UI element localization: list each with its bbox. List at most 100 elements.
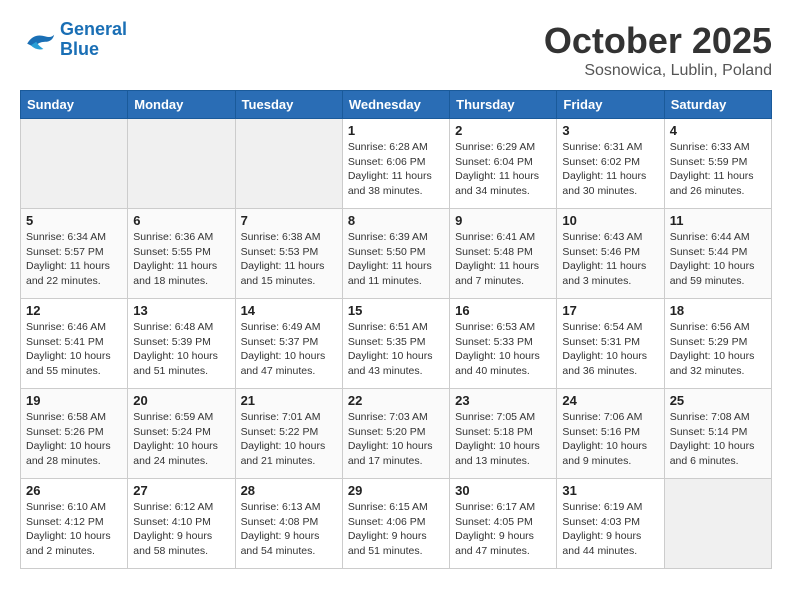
calendar-cell: 13 Sunrise: 6:48 AM Sunset: 5:39 PM Dayli… <box>128 299 235 389</box>
day-number: 24 <box>562 393 658 408</box>
day-number: 20 <box>133 393 229 408</box>
calendar-cell: 6 Sunrise: 6:36 AM Sunset: 5:55 PM Daylig… <box>128 209 235 299</box>
calendar-cell: 17 Sunrise: 6:54 AM Sunset: 5:31 PM Dayli… <box>557 299 664 389</box>
day-info: Sunrise: 6:34 AM Sunset: 5:57 PM Dayligh… <box>26 230 122 289</box>
logo: General Blue <box>20 20 127 60</box>
calendar-cell: 7 Sunrise: 6:38 AM Sunset: 5:53 PM Daylig… <box>235 209 342 299</box>
day-number: 5 <box>26 213 122 228</box>
day-info: Sunrise: 6:51 AM Sunset: 5:35 PM Dayligh… <box>348 320 444 379</box>
logo-icon <box>20 25 56 55</box>
day-info: Sunrise: 7:06 AM Sunset: 5:16 PM Dayligh… <box>562 410 658 469</box>
day-info: Sunrise: 7:03 AM Sunset: 5:20 PM Dayligh… <box>348 410 444 469</box>
calendar-header-row: SundayMondayTuesdayWednesdayThursdayFrid… <box>21 91 772 119</box>
location: Sosnowica, Lublin, Poland <box>544 62 772 80</box>
week-row-4: 19 Sunrise: 6:58 AM Sunset: 5:26 PM Dayli… <box>21 389 772 479</box>
day-info: Sunrise: 6:58 AM Sunset: 5:26 PM Dayligh… <box>26 410 122 469</box>
day-info: Sunrise: 6:33 AM Sunset: 5:59 PM Dayligh… <box>670 140 766 199</box>
day-header-sunday: Sunday <box>21 91 128 119</box>
day-header-wednesday: Wednesday <box>342 91 449 119</box>
calendar-cell: 22 Sunrise: 7:03 AM Sunset: 5:20 PM Dayli… <box>342 389 449 479</box>
day-number: 16 <box>455 303 551 318</box>
day-number: 21 <box>241 393 337 408</box>
calendar-cell <box>235 119 342 209</box>
calendar-cell: 21 Sunrise: 7:01 AM Sunset: 5:22 PM Dayli… <box>235 389 342 479</box>
day-number: 26 <box>26 483 122 498</box>
calendar-cell: 16 Sunrise: 6:53 AM Sunset: 5:33 PM Dayli… <box>450 299 557 389</box>
day-number: 19 <box>26 393 122 408</box>
calendar-table: SundayMondayTuesdayWednesdayThursdayFrid… <box>20 90 772 569</box>
calendar-cell: 30 Sunrise: 6:17 AM Sunset: 4:05 PM Dayli… <box>450 479 557 569</box>
day-info: Sunrise: 6:46 AM Sunset: 5:41 PM Dayligh… <box>26 320 122 379</box>
day-header-tuesday: Tuesday <box>235 91 342 119</box>
day-info: Sunrise: 6:48 AM Sunset: 5:39 PM Dayligh… <box>133 320 229 379</box>
day-number: 14 <box>241 303 337 318</box>
day-info: Sunrise: 6:53 AM Sunset: 5:33 PM Dayligh… <box>455 320 551 379</box>
day-number: 7 <box>241 213 337 228</box>
day-number: 31 <box>562 483 658 498</box>
calendar-cell: 20Sunrise: 6:59 AM Sunset: 5:24 PM Dayli… <box>128 389 235 479</box>
title-block: October 2025 Sosnowica, Lublin, Poland <box>544 20 772 80</box>
day-info: Sunrise: 6:10 AM Sunset: 4:12 PM Dayligh… <box>26 500 122 559</box>
day-info: Sunrise: 6:28 AM Sunset: 6:06 PM Dayligh… <box>348 140 444 199</box>
page-header: General Blue October 2025 Sosnowica, Lub… <box>20 20 772 80</box>
day-number: 3 <box>562 123 658 138</box>
calendar-cell: 23Sunrise: 7:05 AM Sunset: 5:18 PM Dayli… <box>450 389 557 479</box>
day-number: 8 <box>348 213 444 228</box>
day-header-saturday: Saturday <box>664 91 771 119</box>
calendar-cell <box>21 119 128 209</box>
calendar-cell: 10Sunrise: 6:43 AM Sunset: 5:46 PM Dayli… <box>557 209 664 299</box>
day-number: 29 <box>348 483 444 498</box>
day-number: 27 <box>133 483 229 498</box>
day-header-thursday: Thursday <box>450 91 557 119</box>
month-title: October 2025 <box>544 20 772 62</box>
day-info: Sunrise: 6:17 AM Sunset: 4:05 PM Dayligh… <box>455 500 551 559</box>
day-number: 4 <box>670 123 766 138</box>
calendar-cell: 18Sunrise: 6:56 AM Sunset: 5:29 PM Dayli… <box>664 299 771 389</box>
day-info: Sunrise: 6:43 AM Sunset: 5:46 PM Dayligh… <box>562 230 658 289</box>
day-number: 25 <box>670 393 766 408</box>
day-info: Sunrise: 6:15 AM Sunset: 4:06 PM Dayligh… <box>348 500 444 559</box>
day-header-monday: Monday <box>128 91 235 119</box>
day-info: Sunrise: 6:38 AM Sunset: 5:53 PM Dayligh… <box>241 230 337 289</box>
calendar-cell: 4 Sunrise: 6:33 AM Sunset: 5:59 PM Daylig… <box>664 119 771 209</box>
day-info: Sunrise: 6:54 AM Sunset: 5:31 PM Dayligh… <box>562 320 658 379</box>
day-number: 13 <box>133 303 229 318</box>
week-row-2: 5 Sunrise: 6:34 AM Sunset: 5:57 PM Daylig… <box>21 209 772 299</box>
day-number: 30 <box>455 483 551 498</box>
day-info: Sunrise: 6:49 AM Sunset: 5:37 PM Dayligh… <box>241 320 337 379</box>
day-number: 17 <box>562 303 658 318</box>
calendar-cell: 26 Sunrise: 6:10 AM Sunset: 4:12 PM Dayli… <box>21 479 128 569</box>
week-row-1: 1 Sunrise: 6:28 AM Sunset: 6:06 PM Daylig… <box>21 119 772 209</box>
day-info: Sunrise: 6:36 AM Sunset: 5:55 PM Dayligh… <box>133 230 229 289</box>
day-info: Sunrise: 6:12 AM Sunset: 4:10 PM Dayligh… <box>133 500 229 559</box>
day-info: Sunrise: 6:39 AM Sunset: 5:50 PM Dayligh… <box>348 230 444 289</box>
day-info: Sunrise: 7:08 AM Sunset: 5:14 PM Dayligh… <box>670 410 766 469</box>
day-number: 6 <box>133 213 229 228</box>
day-number: 9 <box>455 213 551 228</box>
day-header-friday: Friday <box>557 91 664 119</box>
logo-text: General Blue <box>60 20 127 60</box>
calendar-cell: 27 Sunrise: 6:12 AM Sunset: 4:10 PM Dayli… <box>128 479 235 569</box>
day-info: Sunrise: 6:41 AM Sunset: 5:48 PM Dayligh… <box>455 230 551 289</box>
day-info: Sunrise: 6:44 AM Sunset: 5:44 PM Dayligh… <box>670 230 766 289</box>
calendar-cell: 19 Sunrise: 6:58 AM Sunset: 5:26 PM Dayli… <box>21 389 128 479</box>
calendar-cell: 14 Sunrise: 6:49 AM Sunset: 5:37 PM Dayli… <box>235 299 342 389</box>
day-number: 12 <box>26 303 122 318</box>
day-number: 1 <box>348 123 444 138</box>
day-number: 2 <box>455 123 551 138</box>
calendar-cell: 24 Sunrise: 7:06 AM Sunset: 5:16 PM Dayli… <box>557 389 664 479</box>
week-row-3: 12 Sunrise: 6:46 AM Sunset: 5:41 PM Dayli… <box>21 299 772 389</box>
day-info: Sunrise: 6:13 AM Sunset: 4:08 PM Dayligh… <box>241 500 337 559</box>
calendar-cell: 15Sunrise: 6:51 AM Sunset: 5:35 PM Dayli… <box>342 299 449 389</box>
calendar-cell: 8 Sunrise: 6:39 AM Sunset: 5:50 PM Daylig… <box>342 209 449 299</box>
calendar-cell: 2Sunrise: 6:29 AM Sunset: 6:04 PM Daylig… <box>450 119 557 209</box>
calendar-cell: 3Sunrise: 6:31 AM Sunset: 6:02 PM Daylig… <box>557 119 664 209</box>
day-info: Sunrise: 7:01 AM Sunset: 5:22 PM Dayligh… <box>241 410 337 469</box>
day-info: Sunrise: 6:19 AM Sunset: 4:03 PM Dayligh… <box>562 500 658 559</box>
calendar-cell <box>664 479 771 569</box>
day-number: 22 <box>348 393 444 408</box>
day-number: 28 <box>241 483 337 498</box>
week-row-5: 26 Sunrise: 6:10 AM Sunset: 4:12 PM Dayli… <box>21 479 772 569</box>
calendar-cell: 11Sunrise: 6:44 AM Sunset: 5:44 PM Dayli… <box>664 209 771 299</box>
calendar-cell: 12 Sunrise: 6:46 AM Sunset: 5:41 PM Dayli… <box>21 299 128 389</box>
